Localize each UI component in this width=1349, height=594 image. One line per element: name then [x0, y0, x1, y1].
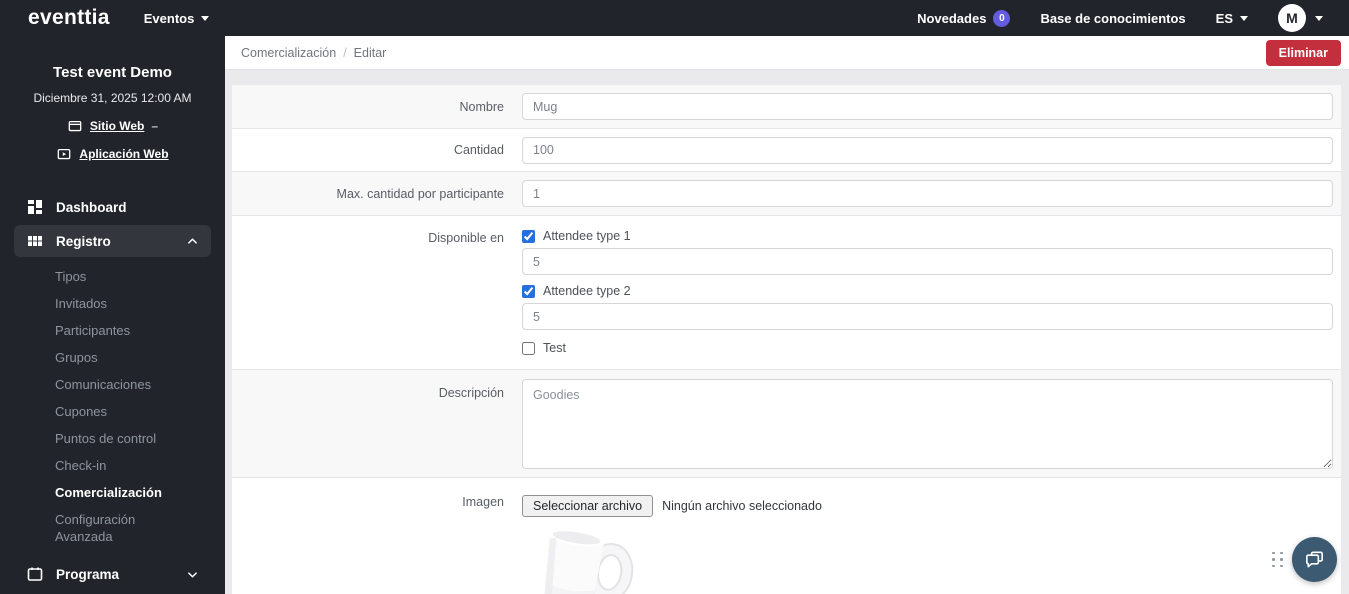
- sidebar-item-grupos[interactable]: Grupos: [0, 344, 225, 371]
- caret-down-icon: [1315, 15, 1323, 21]
- disponible-en-label: Disponible en: [428, 231, 504, 245]
- attendee-type-1-checkbox[interactable]: [522, 229, 535, 243]
- sidebar: Test event Demo Diciembre 31, 2025 12:00…: [0, 36, 225, 594]
- breadcrumb-parent[interactable]: Comercialización: [241, 46, 336, 60]
- novedades-menu[interactable]: Novedades 0: [917, 9, 1011, 27]
- sidebar-item-configuracion-avanzada[interactable]: Configuración Avanzada: [0, 506, 225, 550]
- mug-image-preview: [522, 528, 657, 594]
- chat-button[interactable]: [1292, 537, 1337, 582]
- language-selector[interactable]: ES: [1216, 11, 1248, 26]
- eventtia-logo[interactable]: eventtia: [28, 6, 110, 30]
- novedades-count-badge: 0: [993, 9, 1011, 27]
- eliminar-button[interactable]: Eliminar: [1265, 39, 1341, 66]
- breadcrumb-separator: /: [343, 45, 347, 60]
- breadcrumb-bar: Comercialización / Editar Eliminar: [225, 36, 1349, 70]
- drag-handle[interactable]: [1272, 551, 1284, 568]
- breadcrumb-current: Editar: [353, 45, 387, 60]
- screen-play-icon: [58, 148, 71, 159]
- descripcion-textarea[interactable]: Goodies: [522, 379, 1333, 469]
- caret-down-icon: [1240, 15, 1248, 21]
- knowledge-base-link[interactable]: Base de conocimientos: [1040, 11, 1185, 26]
- cantidad-label: Cantidad: [453, 143, 504, 157]
- sidebar-item-label: Dashboard: [56, 199, 127, 215]
- aplicacion-web-link[interactable]: Aplicación Web: [79, 147, 168, 161]
- max-cantidad-input[interactable]: [522, 180, 1333, 207]
- form-page: Nombre Cantidad Max. cantidad por partic…: [225, 70, 1349, 594]
- breadcrumb: Comercialización / Editar: [241, 46, 386, 60]
- test-option[interactable]: Test: [522, 341, 1333, 355]
- sidebar-item-programa[interactable]: Programa: [14, 558, 211, 590]
- attendee-type-1-option[interactable]: Attendee type 1: [522, 229, 1333, 243]
- sidebar-item-cupones[interactable]: Cupones: [0, 398, 225, 425]
- nombre-label: Nombre: [459, 99, 504, 114]
- browser-icon: [68, 120, 82, 131]
- attendee-type-1-label: Attendee type 1: [543, 229, 631, 243]
- test-label: Test: [543, 341, 566, 355]
- novedades-label: Novedades: [917, 10, 987, 26]
- sidebar-item-puntos-de-control[interactable]: Puntos de control: [0, 425, 225, 452]
- sidebar-item-registro[interactable]: Registro: [14, 225, 211, 257]
- main-content: Comercialización / Editar Eliminar Nombr…: [225, 36, 1349, 594]
- sidebar-item-label: Registro: [56, 233, 111, 249]
- seleccionar-archivo-button[interactable]: Seleccionar archivo: [522, 495, 654, 517]
- form-row-cantidad: Cantidad: [232, 129, 1341, 172]
- avatar[interactable]: M: [1278, 4, 1306, 32]
- attendee-type-2-checkbox[interactable]: [522, 284, 535, 298]
- attendee-type-1-quantity-input[interactable]: [522, 248, 1333, 275]
- sidebar-item-participantes[interactable]: Participantes: [0, 317, 225, 344]
- sitio-web-link[interactable]: Sitio Web: [90, 119, 144, 133]
- white-mug-image: [542, 529, 634, 594]
- descripcion-label: Descripción: [438, 386, 504, 400]
- registro-submenu: Tipos Invitados Participantes Grupos Com…: [0, 263, 225, 550]
- sidebar-item-dashboard[interactable]: Dashboard: [14, 191, 211, 223]
- imagen-label: Imagen: [462, 495, 504, 509]
- knowledge-base-label: Base de conocimientos: [1040, 10, 1186, 26]
- sidebar-item-invitados[interactable]: Invitados: [0, 290, 225, 317]
- sidebar-item-comunicaciones[interactable]: Comunicaciones: [0, 371, 225, 398]
- form-row-imagen: Imagen Seleccionar archivo Ningún archiv…: [232, 478, 1341, 594]
- event-date: Diciembre 31, 2025 12:00 AM: [33, 91, 192, 105]
- nombre-input[interactable]: [522, 93, 1333, 120]
- user-menu[interactable]: M: [1278, 4, 1323, 32]
- attendee-type-2-label: Attendee type 2: [543, 284, 631, 298]
- sidebar-item-label: Programa: [56, 566, 120, 582]
- sidebar-item-comercializacion[interactable]: Comercialización: [0, 479, 225, 506]
- sidebar-nav: Dashboard Registro Tipos Invitados Parti…: [0, 191, 225, 594]
- form-row-disponible-en: Disponible en Attendee type 1 Attendee t…: [232, 216, 1341, 370]
- event-title: Test event Demo: [53, 64, 172, 81]
- cantidad-input[interactable]: [522, 136, 1333, 164]
- caret-down-icon: [201, 15, 210, 21]
- attendee-type-2-option[interactable]: Attendee type 2: [522, 284, 1333, 298]
- calendar-icon: [27, 567, 43, 581]
- chat-widget: [1272, 537, 1337, 582]
- form-row-descripcion: Descripción Goodies: [232, 370, 1341, 478]
- test-checkbox[interactable]: [522, 341, 535, 355]
- chat-bubbles-icon: [1306, 551, 1323, 568]
- dashboard-grid-icon: [28, 200, 42, 214]
- chevron-up-icon: [188, 237, 197, 244]
- registration-table-icon: [28, 236, 42, 246]
- file-status-text: Ningún archivo seleccionado: [662, 499, 822, 513]
- chevron-down-icon: [188, 571, 197, 578]
- sidebar-item-tipos[interactable]: Tipos: [0, 263, 225, 290]
- eventos-menu-label: Eventos: [143, 10, 195, 26]
- eventos-menu[interactable]: Eventos: [144, 11, 210, 26]
- topbar: eventtia Eventos Novedades 0 Base de con…: [0, 0, 1349, 36]
- sidebar-item-check-in[interactable]: Check-in: [0, 452, 225, 479]
- form-row-max-cantidad: Max. cantidad por participante: [232, 172, 1341, 216]
- max-cantidad-label: Max. cantidad por participante: [336, 186, 504, 201]
- attendee-type-2-quantity-input[interactable]: [522, 303, 1333, 330]
- form-card: Nombre Cantidad Max. cantidad por partic…: [232, 85, 1341, 594]
- sitio-web-suffix: –: [151, 119, 159, 133]
- form-row-nombre: Nombre: [232, 85, 1341, 129]
- language-label: ES: [1215, 10, 1233, 26]
